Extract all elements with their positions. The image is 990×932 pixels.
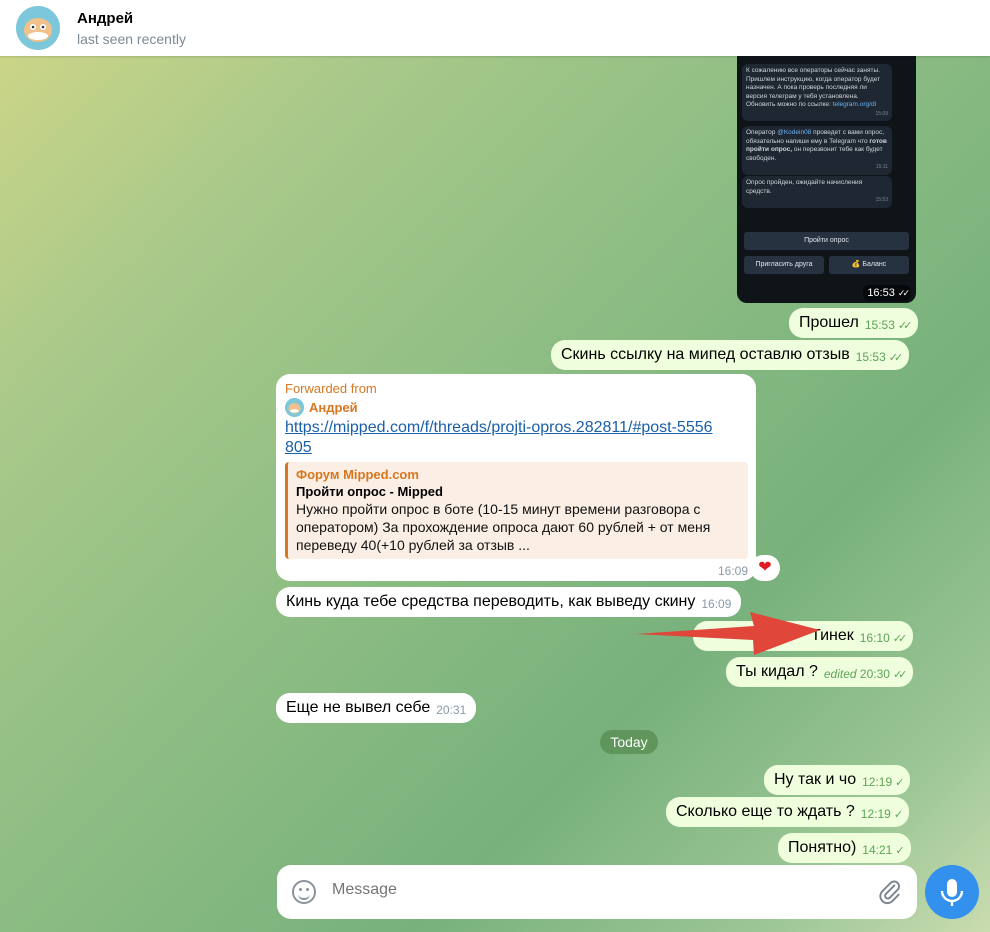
forwarded-author[interactable]: Андрей bbox=[309, 400, 358, 415]
message-time: 12:19 ✓ bbox=[862, 775, 904, 789]
read-checks-icon: ✓✓ bbox=[892, 633, 908, 645]
message-text: Тинек bbox=[811, 627, 854, 644]
sent-check-icon: ✓ bbox=[895, 845, 904, 857]
chat-header[interactable]: Андрей last seen recently bbox=[0, 0, 990, 56]
screenshot-button: Пригласить друга bbox=[744, 256, 824, 274]
contact-status: last seen recently bbox=[77, 31, 186, 47]
message-time: 16:09 bbox=[717, 564, 748, 578]
heart-reaction-icon[interactable]: ❤ bbox=[750, 555, 780, 581]
outgoing-message[interactable]: Прошел 15:53 ✓✓ bbox=[789, 308, 919, 338]
preview-site: Форум Mipped.com bbox=[296, 467, 419, 482]
outgoing-message[interactable]: Сколько еще то ждать ? 12:19 ✓ bbox=[666, 797, 910, 827]
attach-icon[interactable] bbox=[877, 879, 903, 905]
read-checks-icon: ✓✓ bbox=[888, 352, 904, 364]
message-time: 12:19 ✓ bbox=[860, 807, 903, 821]
message-time: 15:53 ✓✓ bbox=[864, 318, 913, 332]
screenshot-button: Пройти опрос bbox=[744, 232, 909, 250]
emoji-icon[interactable] bbox=[292, 880, 316, 904]
message-time: 15:53 ✓✓ bbox=[855, 350, 904, 364]
message-text: Ты кидал ? bbox=[736, 663, 818, 680]
incoming-message[interactable]: Кинь куда тебе средства переводить, как … bbox=[276, 587, 742, 617]
outgoing-message[interactable]: Тинек 16:10 ✓✓ bbox=[693, 621, 914, 651]
message-time: 20:31 bbox=[436, 703, 467, 717]
message-text: Прошел bbox=[799, 314, 859, 331]
message-time: 14:21 ✓ bbox=[862, 843, 904, 857]
outgoing-message[interactable]: Понятно) 14:21 ✓ bbox=[778, 833, 911, 863]
screenshot-image[interactable]: К сожалению все операторы сейчас заняты.… bbox=[737, 56, 916, 303]
message-time: 16:09 bbox=[701, 597, 732, 611]
sent-check-icon: ✓ bbox=[895, 777, 904, 789]
preview-title: Пройти опрос - Mipped bbox=[296, 484, 443, 499]
message-text: Ну так и чо bbox=[774, 771, 857, 788]
screenshot-message: К сожалению все операторы сейчас заняты.… bbox=[742, 64, 892, 121]
message-text: Еще не вывел себе bbox=[286, 699, 431, 716]
message-text: Понятно) bbox=[788, 839, 857, 856]
forwarded-label: Forwarded from bbox=[285, 381, 377, 396]
screenshot-message: Оператор @Kodein08 проведет с вами опрос… bbox=[742, 126, 892, 175]
screenshot-message: Опрос пройден, ожидайте начисления средс… bbox=[742, 176, 892, 208]
read-checks-icon: ✓✓ bbox=[897, 320, 913, 332]
screenshot-button: 💰 Баланс bbox=[829, 256, 909, 274]
link-preview[interactable]: Форум Mipped.com Пройти опрос - Mipped Н… bbox=[285, 462, 748, 559]
day-separator: Today bbox=[600, 730, 658, 754]
forwarded-avatar bbox=[285, 398, 304, 417]
message-input[interactable] bbox=[332, 881, 852, 899]
message-time: 16:10 ✓✓ bbox=[859, 631, 908, 645]
preview-description: Нужно пройти опрос в боте (10-15 минут в… bbox=[296, 501, 711, 553]
message-composer[interactable] bbox=[277, 865, 917, 919]
outgoing-message[interactable]: Ну так и чо 12:19 ✓ bbox=[764, 765, 911, 795]
microphone-button[interactable] bbox=[925, 865, 979, 919]
message-text: Кинь куда тебе средства переводить, как … bbox=[286, 593, 696, 610]
read-checks-icon: ✓✓ bbox=[892, 669, 908, 681]
incoming-message[interactable]: Еще не вывел себе 20:31 bbox=[276, 693, 477, 723]
contact-name[interactable]: Андрей bbox=[77, 10, 133, 27]
microphone-icon bbox=[940, 879, 964, 906]
message-text: Сколько еще то ждать ? bbox=[676, 803, 855, 820]
message-text: Скинь ссылку на мипед оставлю отзыв bbox=[561, 346, 850, 363]
outgoing-message[interactable]: Скинь ссылку на мипед оставлю отзыв 15:53… bbox=[551, 340, 910, 370]
contact-avatar[interactable] bbox=[16, 6, 60, 50]
message-time: edited 20:30 ✓✓ bbox=[823, 667, 908, 681]
forwarded-message[interactable]: Forwarded from Андрей https://mipped.com… bbox=[276, 374, 756, 581]
outgoing-message[interactable]: Ты кидал ? edited 20:30 ✓✓ bbox=[726, 657, 914, 687]
sent-check-icon: ✓ bbox=[893, 809, 903, 821]
screenshot-time: 16:53 ✓✓ bbox=[863, 285, 911, 301]
message-link[interactable]: https://mipped.com/f/threads/projti-opro… bbox=[285, 418, 715, 458]
